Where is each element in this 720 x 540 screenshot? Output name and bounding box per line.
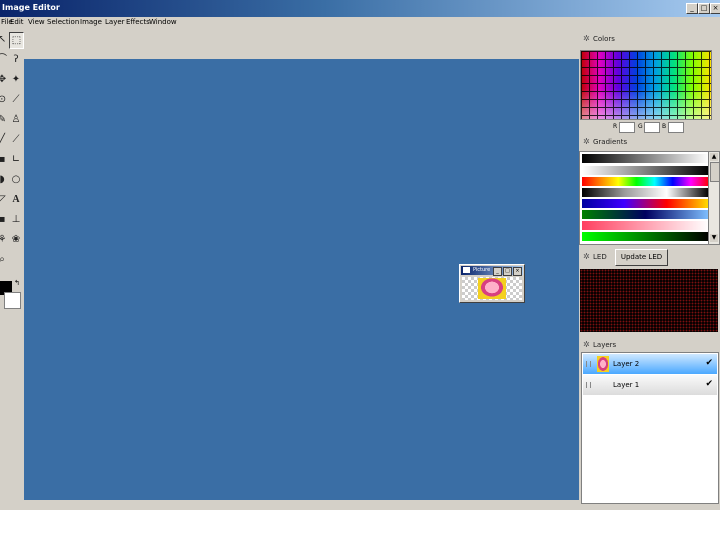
magic-wand-tool-icon[interactable]: ✦ [9,72,23,88]
color-palette-grid[interactable] [580,50,712,120]
colors-panel-header[interactable]: ✲ Colors [579,33,720,45]
layer-visibility-icon[interactable] [586,361,591,367]
zoom-left-tool-icon[interactable]: ⊙ [0,92,9,108]
eyedropper-tool-icon[interactable]: ⟋ [9,92,23,108]
menu-image[interactable]: Image [80,18,102,26]
image-window-maximize-button[interactable]: □ [503,267,512,276]
gradient-swatch[interactable] [582,154,709,163]
ellipse-tool-icon[interactable]: ○ [9,172,23,188]
led-display [580,269,718,332]
square-tool-icon[interactable]: ▪ [0,152,9,168]
minimize-button[interactable]: _ [686,3,698,14]
gear-icon[interactable]: ✲ [583,34,590,43]
layer-checkmark-icon[interactable]: ✔ [705,358,713,368]
document-icon [463,267,470,273]
gradient-swatch[interactable] [582,177,709,186]
b-label: B [662,123,667,130]
pencil-tool-icon[interactable]: ✎ [0,112,9,128]
update-led-button[interactable]: Update LED [615,249,668,266]
image-window-title: Picture [473,267,491,273]
layer-checkmark-icon[interactable]: ✔ [705,379,713,389]
menu-effects[interactable]: Effects [126,18,150,26]
fill-tool-icon[interactable]: ◸ [0,192,9,208]
g-value-input[interactable] [644,122,660,133]
gear-icon[interactable]: ✲ [583,137,590,146]
app-window: Image Editor _ □ × File Edit View Select… [0,0,720,510]
clone-tool-icon[interactable]: ❀ [9,232,23,248]
menu-window[interactable]: Window [149,18,177,26]
scroll-up-arrow-icon[interactable]: ▲ [710,153,718,161]
recolor-tool-icon[interactable]: ⚘ [0,232,9,248]
right-panels: ✲ Colors R G B ✲ Gradients ▲ ▼ ✲ LED Upd… [579,30,720,510]
layer-thumbnail [597,356,609,372]
gear-icon[interactable]: ✲ [583,340,590,349]
portrait-image [478,278,506,299]
image-thumbnail [462,277,522,300]
gradient-swatch[interactable] [582,166,709,175]
layer-name: Layer 1 [613,381,640,389]
layer-name: Layer 2 [613,360,640,368]
gradient-list[interactable]: ▲ ▼ [579,151,720,245]
gradient-scrollbar[interactable]: ▲ ▼ [708,152,720,244]
line-tool-icon[interactable]: ⟋ [9,132,23,148]
r-label: R [613,123,618,130]
tool-palette: ↖ ⬚ ⌒ ʔ ✥ ✦ ⊙ ⟋ ✎ ♙ ╱ ⟋ ▪ ∟ ◗ ○ ◸ A ▪ ⊥ … [0,30,24,510]
selection-tool-icon[interactable]: ⬚ [9,32,24,49]
image-window-titlebar[interactable]: Picture _ □ × [461,266,523,276]
gradient-swatch[interactable] [582,199,709,208]
window-title: Image Editor [2,3,60,12]
secondary-color-swatch[interactable] [4,292,21,309]
swap-colors-icon[interactable]: ↰ [14,279,20,287]
palette-grid-lines [581,51,711,119]
gradient-swatch[interactable] [582,232,709,241]
layers-panel-header[interactable]: ✲ Layers [579,339,720,351]
colors-panel-title: Colors [593,35,615,43]
gradient-swatch[interactable] [582,221,709,230]
crop-tool-icon[interactable]: ⊥ [9,212,23,228]
image-window-minimize-button[interactable]: _ [493,267,502,276]
r-value-input[interactable] [619,122,635,133]
lasso-tool-icon[interactable]: ʔ [9,52,23,68]
gradients-panel-title: Gradients [593,138,628,146]
title-bar[interactable]: Image Editor _ □ × [0,0,720,17]
pointer-tool-icon[interactable]: ↖ [0,32,9,48]
zoom-tool-icon[interactable]: ⌕ [0,252,9,268]
rectangle-tool-icon[interactable]: ∟ [9,152,23,168]
ellipse-left-tool-icon[interactable]: ◗ [0,172,9,188]
layers-panel-title: Layers [593,341,617,349]
lasso-left-tool-icon[interactable]: ⌒ [0,52,9,68]
image-document-window[interactable]: Picture _ □ × [459,264,525,303]
image-window-close-button[interactable]: × [513,267,522,276]
layer-row-layer-2[interactable]: Layer 2 ✔ [583,354,717,374]
gradients-panel-header[interactable]: ✲ Gradients [579,136,720,148]
layers-list: Layer 2 ✔ Layer 1 ✔ [581,352,719,504]
stamp-tool-icon[interactable]: ♙ [9,112,23,128]
gear-icon[interactable]: ✲ [583,252,590,261]
led-panel-title: LED [593,253,607,261]
menu-edit[interactable]: Edit [10,18,24,26]
menu-layer[interactable]: Layer [105,18,125,26]
shape-tool-icon[interactable]: ▪ [0,212,9,228]
close-button[interactable]: × [710,3,720,14]
layer-row-layer-1[interactable]: Layer 1 ✔ [583,375,717,395]
layer-visibility-icon[interactable] [586,382,591,388]
maximize-button[interactable]: □ [698,3,710,14]
menu-selection[interactable]: Selection [47,18,79,26]
b-value-input[interactable] [668,122,684,133]
scroll-down-arrow-icon[interactable]: ▼ [710,234,718,242]
menu-view[interactable]: View [28,18,45,26]
gradient-swatch[interactable] [582,188,709,197]
g-label: G [638,123,643,130]
scroll-thumb[interactable] [710,162,720,182]
move-tool-icon[interactable]: ✥ [0,72,9,88]
brush-tool-icon[interactable]: ╱ [0,132,9,148]
text-tool-icon[interactable]: A [9,192,23,208]
menu-bar: File Edit View Selection Image Layer Eff… [0,17,720,29]
gradient-swatch[interactable] [582,210,709,219]
